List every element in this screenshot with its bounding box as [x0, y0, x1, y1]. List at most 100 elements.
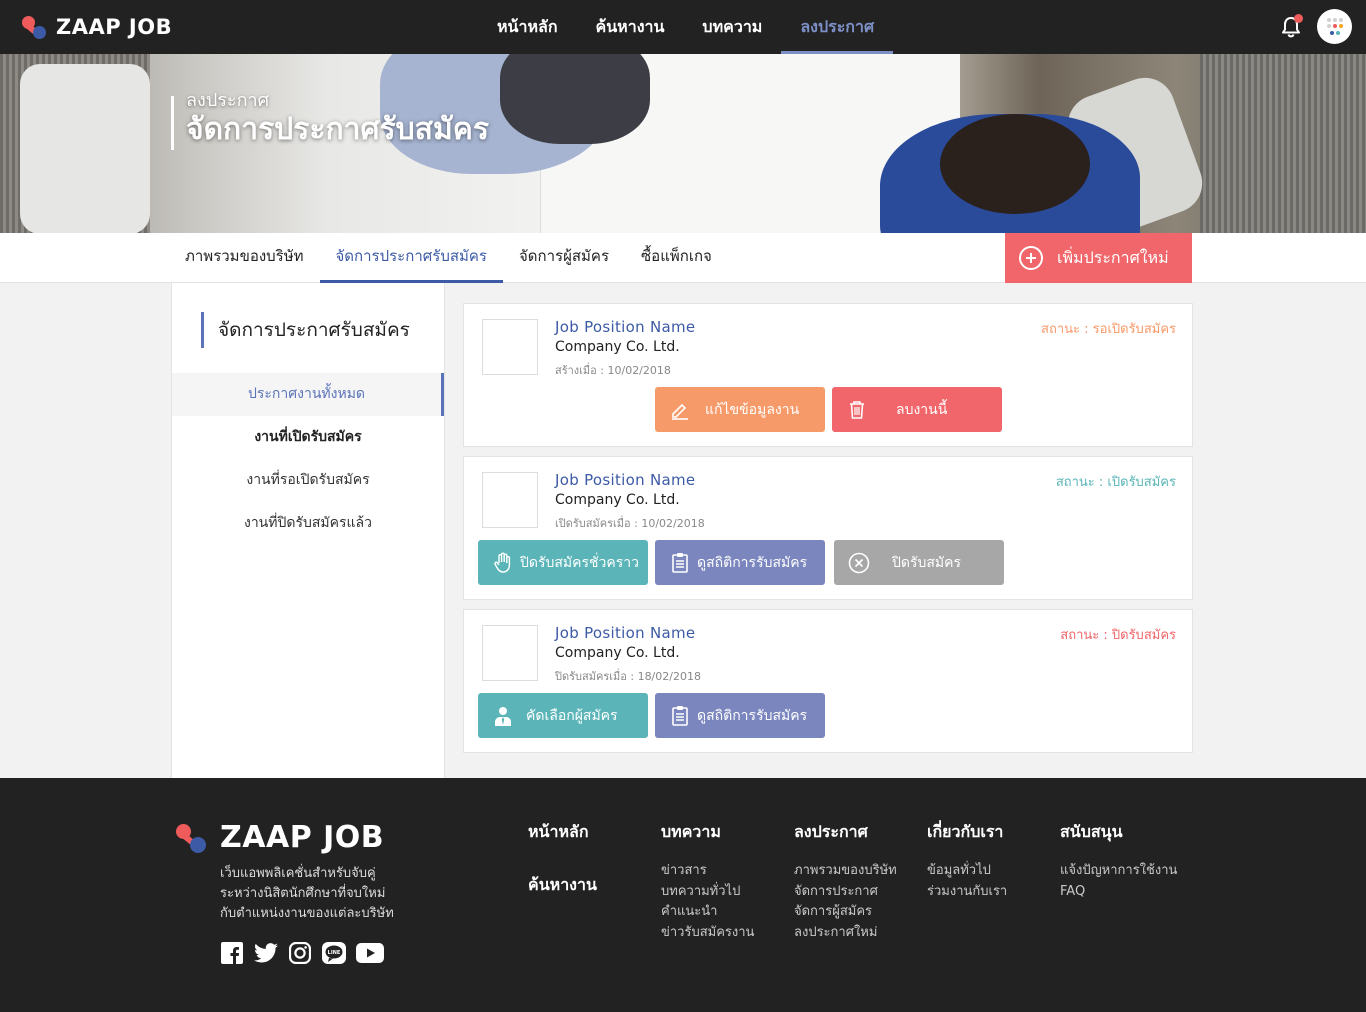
- footer-link[interactable]: จัดการผู้สมัคร: [794, 902, 897, 923]
- job-company: Company Co. Ltd.: [555, 645, 680, 661]
- select-applicants-label: คัดเลือกผู้สมัคร: [526, 707, 618, 724]
- social-links: LINE: [220, 941, 384, 965]
- footer-link-search-jobs[interactable]: ค้นหางาน: [528, 873, 597, 898]
- close-circle-icon: [848, 552, 870, 574]
- logo-text: ZAAP JOB: [56, 15, 173, 39]
- view-statistics-button[interactable]: ดูสถิติการรับสมัคร: [655, 693, 825, 738]
- edit-job-label: แก้ไขข้อมูลงาน: [705, 401, 800, 418]
- footer-description-line: ระหว่างนิสิตนักศึกษาที่จบใหม่: [220, 886, 386, 901]
- tab-buy-package[interactable]: ซื้อแพ็กเกจ: [625, 233, 728, 283]
- nav-item-post-job[interactable]: ลงประกาศ: [781, 0, 894, 54]
- footer-link[interactable]: จัดการประกาศ: [794, 882, 897, 903]
- footer-logo-text: ZAAP JOB: [220, 820, 385, 855]
- job-card: Job Position Name Company Co. Ltd. สร้าง…: [463, 303, 1193, 447]
- status-badge: สถานะ : เปิดรับสมัคร: [1055, 475, 1176, 490]
- job-date: ปิดรับสมัครเมื่อ : 18/02/2018: [555, 670, 701, 683]
- view-statistics-label: ดูสถิติการรับสมัคร: [697, 554, 808, 571]
- edit-job-button[interactable]: แก้ไขข้อมูลงาน: [655, 387, 825, 432]
- job-card: Job Position Name Company Co. Ltd. เปิดร…: [463, 456, 1193, 600]
- job-company: Company Co. Ltd.: [555, 492, 680, 508]
- notification-badge: [1294, 14, 1303, 23]
- company-logo-placeholder: [482, 472, 538, 528]
- pencil-icon: [669, 399, 691, 421]
- footer-description: เว็บแอพพลิเคชั่นสำหรับจับคู่ ระหว่างนิสิ…: [220, 864, 450, 924]
- footer-col-post-job: ลงประกาศ ภาพรวมของบริษัท จัดการประกาศ จั…: [794, 820, 897, 943]
- delete-job-label: ลบงานนี้: [896, 401, 948, 418]
- youtube-icon[interactable]: [356, 941, 384, 965]
- footer-link[interactable]: ร่วมงานกับเรา: [927, 882, 1007, 903]
- footer-heading-support[interactable]: สนับสนุน: [1060, 820, 1177, 845]
- user-icon: [492, 705, 514, 727]
- line-icon[interactable]: LINE: [322, 941, 346, 965]
- nav-item-articles[interactable]: บทความ: [683, 0, 781, 54]
- view-statistics-button[interactable]: ดูสถิติการรับสมัคร: [655, 540, 825, 585]
- job-date: สร้างเมื่อ : 10/02/2018: [555, 364, 671, 377]
- tab-manage-applicants[interactable]: จัดการผู้สมัคร: [503, 233, 625, 283]
- footer-link[interactable]: บทความทั่วไป: [661, 882, 754, 903]
- footer-link[interactable]: ข่าวสาร: [661, 861, 754, 882]
- sidebar-item-pending-postings[interactable]: งานที่รอเปิดรับสมัคร: [172, 459, 444, 502]
- job-company: Company Co. Ltd.: [555, 339, 680, 355]
- footer-link[interactable]: ภาพรวมของบริษัท: [794, 861, 897, 882]
- logo-mark-icon: [22, 14, 48, 40]
- hero-title: จัดการประกาศรับสมัคร: [186, 112, 489, 147]
- footer-heading-about[interactable]: เกี่ยวกับเรา: [927, 820, 1007, 845]
- nav-item-search-jobs[interactable]: ค้นหางาน: [577, 0, 684, 54]
- footer-logo[interactable]: ZAAP JOB: [176, 820, 384, 855]
- plus-circle-icon: [1019, 246, 1043, 270]
- select-applicants-button[interactable]: คัดเลือกผู้สมัคร: [478, 693, 648, 738]
- nav-item-home[interactable]: หน้าหลัก: [478, 0, 577, 54]
- footer-col-articles: บทความ ข่าวสาร บทความทั่วไป คำแนะนำ ข่าว…: [661, 820, 754, 943]
- tab-company-overview[interactable]: ภาพรวมของบริษัท: [169, 233, 320, 283]
- footer-description-line: กับตำแหน่งงานของแต่ละบริษัท: [220, 906, 394, 921]
- sidebar-item-closed-postings[interactable]: งานที่ปิดรับสมัครแล้ว: [172, 502, 444, 545]
- hero-banner: ลงประกาศ จัดการประกาศรับสมัคร: [0, 54, 1366, 233]
- footer-col-home: หน้าหลัก ค้นหางาน: [528, 820, 597, 898]
- twitter-icon[interactable]: [254, 941, 278, 965]
- footer-heading-post-job[interactable]: ลงประกาศ: [794, 820, 897, 845]
- footer-col-about: เกี่ยวกับเรา ข้อมูลทั่วไป ร่วมงานกับเรา: [927, 820, 1007, 902]
- sidebar-heading: จัดการประกาศรับสมัคร: [201, 312, 410, 348]
- clipboard-icon: [669, 705, 691, 727]
- instagram-icon[interactable]: [288, 941, 312, 965]
- delete-job-button[interactable]: ลบงานนี้: [832, 387, 1002, 432]
- job-title[interactable]: Job Position Name: [555, 624, 695, 642]
- footer-link-home[interactable]: หน้าหลัก: [528, 820, 597, 845]
- footer-link[interactable]: FAQ: [1060, 882, 1177, 903]
- add-new-posting-button[interactable]: เพิ่มประกาศใหม่: [1005, 233, 1192, 283]
- top-navbar: ZAAP JOB หน้าหลัก ค้นหางาน บทความ ลงประก…: [0, 0, 1366, 54]
- avatar[interactable]: [1317, 9, 1352, 44]
- sidebar-item-all-postings[interactable]: ประกาศงานทั้งหมด: [172, 373, 444, 416]
- job-title[interactable]: Job Position Name: [555, 318, 695, 336]
- svg-text:LINE: LINE: [328, 950, 341, 956]
- facebook-icon[interactable]: [220, 941, 244, 965]
- footer-link[interactable]: ข่าวรับสมัครงาน: [661, 923, 754, 944]
- footer-link[interactable]: ข้อมูลทั่วไป: [927, 861, 1007, 882]
- job-card: Job Position Name Company Co. Ltd. ปิดรั…: [463, 609, 1193, 753]
- hero-heading: ลงประกาศ จัดการประกาศรับสมัคร: [171, 92, 489, 150]
- company-logo-placeholder: [482, 625, 538, 681]
- clipboard-icon: [669, 552, 691, 574]
- job-date: เปิดรับสมัครเมื่อ : 10/02/2018: [555, 517, 705, 530]
- footer-description-line: เว็บแอพพลิเคชั่นสำหรับจับคู่: [220, 866, 376, 881]
- status-badge: สถานะ : ปิดรับสมัคร: [1060, 628, 1176, 643]
- tab-manage-postings[interactable]: จัดการประกาศรับสมัคร: [319, 233, 503, 283]
- sidebar-item-open-postings[interactable]: งานที่เปิดรับสมัคร: [172, 416, 444, 459]
- close-applications-button[interactable]: ปิดรับสมัคร: [834, 540, 1004, 585]
- status-badge: สถานะ : รอเปิดรับสมัคร: [1041, 322, 1176, 337]
- footer-heading-articles[interactable]: บทความ: [661, 820, 754, 845]
- footer: ZAAP JOB เว็บแอพพลิเคชั่นสำหรับจับคู่ ระ…: [0, 778, 1366, 1012]
- footer-link[interactable]: แจ้งปัญหาการใช้งาน: [1060, 861, 1177, 882]
- sidebar: จัดการประกาศรับสมัคร ประกาศงานทั้งหมด งา…: [171, 283, 445, 778]
- job-title[interactable]: Job Position Name: [555, 471, 695, 489]
- logo[interactable]: ZAAP JOB: [22, 14, 172, 40]
- pause-applications-label: ปิดรับสมัครชั่วคราว: [520, 554, 640, 571]
- add-new-posting-label: เพิ่มประกาศใหม่: [1057, 247, 1169, 267]
- footer-col-support: สนับสนุน แจ้งปัญหาการใช้งาน FAQ: [1060, 820, 1177, 902]
- pause-applications-button[interactable]: ปิดรับสมัครชั่วคราว: [478, 540, 648, 585]
- logo-mark-icon: [176, 822, 208, 854]
- footer-link[interactable]: ลงประกาศใหม่: [794, 923, 897, 944]
- close-applications-label: ปิดรับสมัคร: [892, 554, 962, 571]
- view-statistics-label: ดูสถิติการรับสมัคร: [697, 707, 808, 724]
- footer-link[interactable]: คำแนะนำ: [661, 902, 754, 923]
